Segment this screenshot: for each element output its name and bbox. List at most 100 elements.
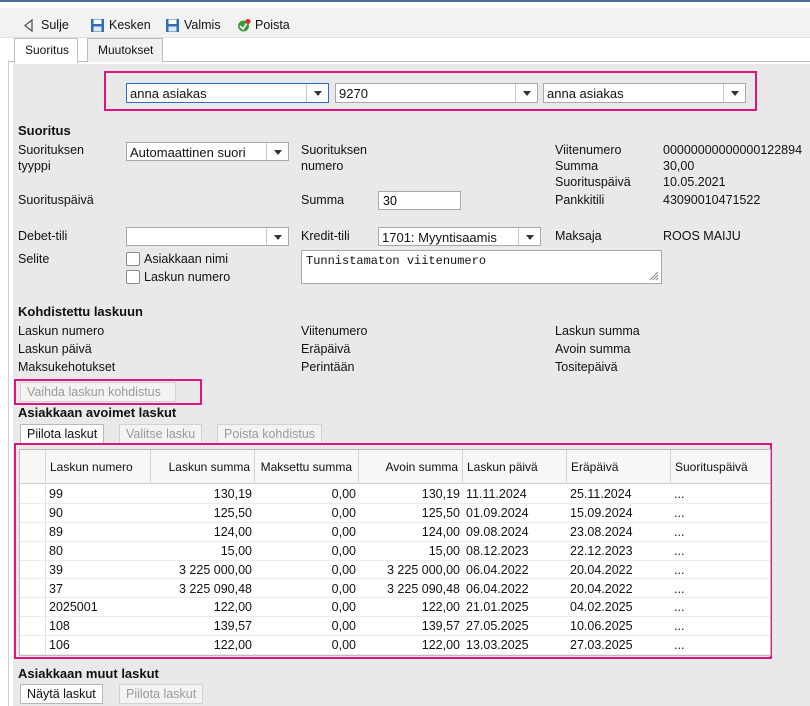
col-payment-date[interactable]: Suorituspäivä: [671, 450, 770, 484]
table-row[interactable]: 80 15,00 0,00 15,00 08.12.2023 22.12.2023...: [20, 541, 770, 561]
debet-select[interactable]: [126, 227, 289, 246]
table-cell: 10.06.2025: [570, 619, 633, 634]
number-select[interactable]: 9270: [335, 83, 538, 103]
customer2-select[interactable]: anna asiakas: [543, 83, 746, 103]
row-selector[interactable]: [20, 560, 46, 579]
row-selector[interactable]: [20, 541, 46, 560]
type-select-value: Automaattinen suori: [130, 145, 246, 160]
table-cell: 23.08.2024: [570, 524, 633, 539]
info-bank-value: 43090010471522: [663, 193, 761, 207]
customer-select[interactable]: anna asiakas: [126, 83, 329, 103]
table-cell: 27.03.2025: [570, 638, 633, 653]
memo-label: Selite: [18, 252, 50, 266]
alloc-collection-label: Perintään: [301, 360, 355, 374]
table-cell: 130,19: [421, 487, 460, 501]
row-selector[interactable]: [20, 503, 46, 522]
table-cell: 3 225 000,00: [387, 562, 460, 577]
row-selector[interactable]: [20, 598, 46, 617]
type-label: Suorituksen tyyppi: [18, 143, 85, 173]
col-due-date[interactable]: Eräpäivä: [567, 450, 671, 484]
chevron-down-icon[interactable]: [723, 84, 745, 102]
invoice-number-checkbox[interactable]: [126, 270, 140, 284]
section-title-other-invoices: Asiakkaan muut laskut: [18, 666, 159, 681]
sum-input[interactable]: [378, 191, 461, 210]
row-selector[interactable]: [20, 485, 46, 503]
table-cell: 39: [49, 562, 63, 577]
table-cell: 08.12.2023: [466, 543, 529, 558]
memo-textarea[interactable]: Tunnistamaton viitenumero: [301, 250, 662, 284]
table-row[interactable]: 106 122,00 0,00 122,00 13.03.2025 27.03.2025.…: [20, 636, 770, 655]
table-cell: 90: [49, 505, 63, 520]
tab-muutokset[interactable]: Muutokset: [87, 38, 163, 62]
table-cell: 139,57: [421, 619, 460, 634]
table-row[interactable]: 99 130,19 0,00 130,19 11.11.2024 25.11.2024..…: [20, 485, 770, 504]
customer2-select-value: anna asiakas: [547, 86, 624, 101]
show-invoices-button[interactable]: Näytä laskut: [20, 684, 103, 704]
table-cell: ...: [674, 581, 685, 596]
pause-button-label: Kesken: [109, 18, 151, 32]
table-cell: 15.09.2024: [570, 505, 633, 520]
hide-invoices-button[interactable]: Piilota laskut: [20, 424, 105, 444]
remove-allocation-button[interactable]: Poista kohdistus: [217, 424, 323, 444]
debet-label: Debet-tili: [18, 229, 68, 243]
hide-other-invoices-button[interactable]: Piilota laskut: [119, 684, 204, 704]
chevron-down-icon[interactable]: [306, 84, 328, 102]
customer-name-checkbox[interactable]: [126, 252, 140, 266]
info-ref-label: Viitenumero: [555, 143, 622, 157]
kredit-label: Kredit-tili: [301, 229, 350, 243]
row-selector[interactable]: [20, 617, 46, 636]
col-invoice-date[interactable]: Laskun päivä: [463, 450, 567, 484]
table-cell: 20.04.2022: [570, 562, 633, 577]
resize-grip-icon[interactable]: [649, 271, 659, 281]
chevron-down-icon[interactable]: [266, 228, 288, 245]
row-selector[interactable]: [20, 636, 46, 655]
pause-button[interactable]: Kesken: [90, 16, 151, 34]
table-row[interactable]: 2025001 122,00 0,00 122,00 21.01.2025 04.02.2…: [20, 598, 770, 618]
table-cell: 108: [49, 619, 70, 634]
sum-label: Summa: [301, 193, 345, 207]
table-cell: 0,00: [331, 600, 356, 615]
row-selector[interactable]: [20, 522, 46, 541]
row-selector-header: [20, 450, 46, 484]
table-row[interactable]: 108 139,57 0,00 139,57 27.05.2025 10.06.2025.…: [20, 617, 770, 637]
date-label: Suorituspäivä: [18, 193, 94, 207]
alloc-invoice-date-label: Laskun päivä: [18, 342, 92, 356]
save-disk-icon: [91, 18, 104, 32]
table-cell: 04.02.2025: [570, 600, 633, 615]
table-row[interactable]: 37 3 225 090,48 0,00 3 225 090,48 06.04.2022…: [20, 579, 770, 599]
chevron-down-icon[interactable]: [266, 143, 288, 160]
select-invoice-button[interactable]: Valitse lasku: [119, 424, 203, 444]
table-cell: 0,00: [331, 543, 356, 558]
table-cell: 139,57: [213, 619, 252, 634]
payer-value: ROOS MAIJU: [663, 229, 741, 243]
col-invoice-sum[interactable]: Laskun summa: [151, 450, 255, 484]
row-selector[interactable]: [20, 579, 46, 598]
change-allocation-button[interactable]: Vaihda laskun kohdistus: [20, 382, 176, 402]
tab-bar: Suoritus Muutokset: [9, 38, 810, 63]
table-row[interactable]: 39 3 225 000,00 0,00 3 225 000,00 06.04.2022…: [20, 560, 770, 580]
table-cell: 25.11.2024: [570, 487, 632, 501]
col-paid-sum[interactable]: Maksettu summa: [255, 450, 359, 484]
type-select[interactable]: Automaattinen suori: [126, 142, 289, 161]
chevron-down-icon[interactable]: [518, 228, 540, 245]
table-cell: 3 225 090,48: [387, 581, 460, 596]
table-cell: 99: [49, 487, 63, 501]
table-row[interactable]: 89 124,00 0,00 124,00 09.08.2024 23.08.2024..…: [20, 522, 770, 542]
memo-textarea-value: Tunnistamaton viitenumero: [306, 254, 487, 268]
close-button-label: Sulje: [41, 18, 69, 32]
tab-suoritus[interactable]: Suoritus: [14, 38, 78, 63]
col-open-sum[interactable]: Avoin summa: [359, 450, 463, 484]
col-invoice-number[interactable]: Laskun numero: [46, 450, 151, 484]
delete-button[interactable]: Poista: [236, 16, 290, 34]
invoice-number-checkbox-label: Laskun numero: [144, 270, 231, 284]
info-bank-label: Pankkitili: [555, 193, 605, 207]
table-cell: 27.05.2025: [466, 619, 529, 634]
table-row[interactable]: 90 125,50 0,00 125,50 01.09.2024 15.09.2024..…: [20, 503, 770, 523]
table-cell: 15,00: [428, 543, 460, 558]
table-cell: 106: [49, 638, 70, 653]
done-button[interactable]: Valmis: [165, 16, 221, 34]
close-button[interactable]: Sulje: [22, 16, 69, 34]
table-cell: 09.08.2024: [466, 524, 529, 539]
chevron-down-icon[interactable]: [515, 84, 537, 102]
kredit-select[interactable]: 1701: Myyntisaamis: [378, 227, 541, 246]
